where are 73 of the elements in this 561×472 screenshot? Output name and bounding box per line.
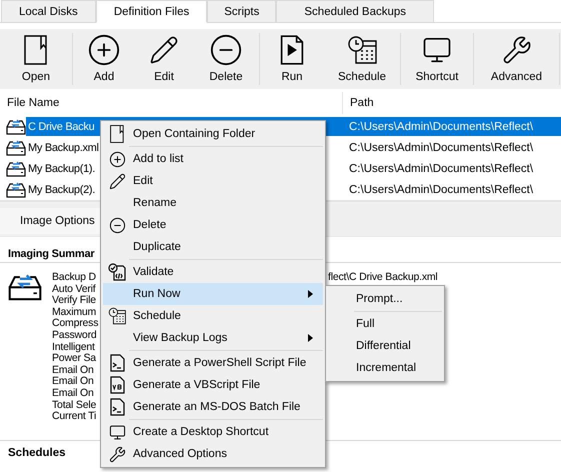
summary-label: Current Ti <box>52 411 96 423</box>
summary-label: Power Sa <box>52 353 96 365</box>
summary-label: Email On <box>52 376 94 388</box>
summary-label: Total Sele <box>52 400 96 411</box>
clock-calendar-icon <box>347 35 377 65</box>
summary-value: flect\C Drive Backup.xml <box>328 272 438 284</box>
summary-label: Password <box>52 330 97 342</box>
summary-label: Email On <box>52 388 94 400</box>
run-file-icon <box>280 35 304 65</box>
menu-item[interactable]: Open Containing Folder <box>103 123 323 145</box>
backup-drive-icon <box>6 160 26 178</box>
menu-item[interactable]: Generate a VBScript File <box>103 374 323 396</box>
menu-item[interactable]: Run Now <box>103 283 323 305</box>
summary-label: Compress <box>52 318 98 330</box>
add-icon <box>87 33 121 67</box>
menu-item[interactable]: Edit <box>103 170 323 192</box>
clock-calendar-icon <box>108 307 126 325</box>
document-icon <box>110 125 124 143</box>
monitor-icon <box>422 35 452 65</box>
tab[interactable]: Local Disks <box>1 0 96 22</box>
file-path: C:\Users\Admin\Documents\Reflect\ <box>348 162 534 176</box>
menu-item[interactable]: Generate a PowerShell Script File <box>103 352 323 374</box>
summary-label: Email On <box>52 364 94 376</box>
add-icon <box>108 150 126 168</box>
menu-item[interactable]: Create a Desktop Shortcut <box>103 421 323 443</box>
summary-label: Verify File <box>52 295 96 307</box>
menu-item[interactable]: Add to list <box>103 148 323 170</box>
wrench-icon <box>502 35 532 65</box>
summary-label: Auto Verif <box>52 284 96 295</box>
menu-item[interactable]: Schedule <box>103 305 323 327</box>
backup-drive-icon <box>6 180 26 198</box>
toolbar-button[interactable]: Schedule <box>324 33 400 85</box>
toolbar-button[interactable]: Advanced <box>474 33 559 85</box>
file-path: C:\Users\Admin\Documents\Reflect\ <box>348 140 534 156</box>
vb-file-icon <box>110 376 124 394</box>
menu-item[interactable]: View Backup Logs <box>103 327 323 349</box>
pencil-icon <box>149 35 179 65</box>
column-header[interactable]: Path <box>343 92 561 114</box>
menu-item[interactable]: Generate an MS-DOS Batch File <box>103 396 323 418</box>
summary-label: Backup D <box>52 272 97 284</box>
menu-item[interactable]: Advanced Options <box>103 443 323 465</box>
summary-label: Maximum <box>52 306 96 318</box>
toolbar-button[interactable]: Shortcut <box>401 33 473 85</box>
menu-item[interactable]: Validate <box>103 261 323 283</box>
script-file-icon <box>110 398 124 416</box>
script-file-icon <box>110 354 124 372</box>
toolbar-button[interactable]: Open <box>0 33 72 85</box>
minus-circle-icon <box>108 216 126 234</box>
tab[interactable]: Definition Files <box>96 0 208 23</box>
menu-item[interactable]: Incremental <box>328 357 442 379</box>
toolbar-button[interactable]: Delete <box>193 33 259 85</box>
toolbar-button[interactable]: Add <box>73 33 135 85</box>
menu-item[interactable]: Differential <box>328 335 442 357</box>
menu-item[interactable]: Prompt... <box>328 288 442 310</box>
section-heading: Schedules <box>8 447 66 459</box>
tab[interactable]: Scheduled Backups <box>276 0 434 22</box>
file-path: C:\Users\Admin\Documents\Reflect\ <box>348 182 534 198</box>
toolbar-button[interactable]: Run <box>260 33 324 85</box>
column-header[interactable]: File Name <box>0 92 343 114</box>
document-icon <box>24 35 48 65</box>
toolbar-button[interactable]: Edit <box>135 33 193 85</box>
tab[interactable]: Scripts <box>207 0 276 22</box>
minus-circle-icon <box>209 33 243 67</box>
menu-item[interactable]: Full <box>328 313 442 335</box>
backup-drive-icon <box>6 138 26 156</box>
backup-drive-icon <box>6 118 26 136</box>
validate-icon <box>108 263 126 281</box>
pencil-icon <box>108 172 126 190</box>
summary-label: Intelligent <box>52 342 95 354</box>
wrench-icon <box>108 446 126 462</box>
backup-drive-icon <box>8 272 42 303</box>
monitor-icon <box>108 424 126 440</box>
file-path: C:\Users\Admin\Documents\Reflect\ <box>344 117 561 136</box>
